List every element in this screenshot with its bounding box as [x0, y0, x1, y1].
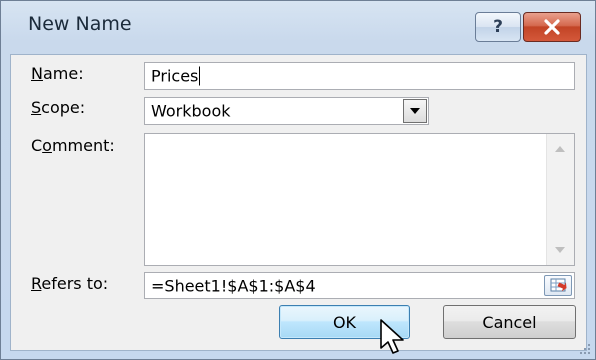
refers-to-value: =Sheet1!$A$1:$A$4: [151, 276, 316, 295]
close-icon: [544, 19, 560, 35]
resize-grip-icon[interactable]: [577, 341, 591, 355]
new-name-dialog: New Name ? Name: Prices Scope: Workbook: [0, 0, 596, 360]
scope-dropdown-button[interactable]: [403, 99, 427, 123]
dialog-body: Name: Prices Scope: Workbook Comment: Re…: [10, 54, 587, 351]
comment-scrollbar[interactable]: [546, 134, 574, 265]
close-button[interactable]: [523, 12, 581, 42]
collapse-dialog-button[interactable]: [544, 275, 572, 296]
chevron-down-icon: [410, 108, 420, 114]
range-select-icon: [550, 278, 567, 292]
scope-label: Scope:: [31, 98, 86, 117]
help-button[interactable]: ?: [475, 12, 521, 42]
refers-to-input[interactable]: =Sheet1!$A$1:$A$4: [144, 272, 575, 299]
scroll-down-icon: [555, 247, 565, 253]
scroll-up-icon: [555, 146, 565, 152]
name-input[interactable]: Prices: [144, 62, 575, 90]
title-bar[interactable]: New Name ?: [1, 1, 595, 57]
dialog-title: New Name: [28, 13, 132, 35]
text-caret: [199, 66, 201, 86]
name-value: Prices: [151, 66, 199, 86]
ok-label: OK: [332, 312, 357, 332]
scope-select[interactable]: Workbook: [144, 97, 429, 125]
scope-value: Workbook: [151, 101, 231, 121]
name-label: Name:: [31, 64, 84, 83]
cancel-label: Cancel: [482, 312, 537, 332]
cancel-button[interactable]: Cancel: [443, 305, 576, 339]
help-icon: ?: [493, 17, 503, 37]
refers-to-label: Refers to:: [31, 274, 109, 293]
comment-label: Comment:: [31, 136, 115, 155]
mouse-pointer-icon: [380, 319, 404, 354]
comment-textarea[interactable]: [144, 133, 575, 266]
